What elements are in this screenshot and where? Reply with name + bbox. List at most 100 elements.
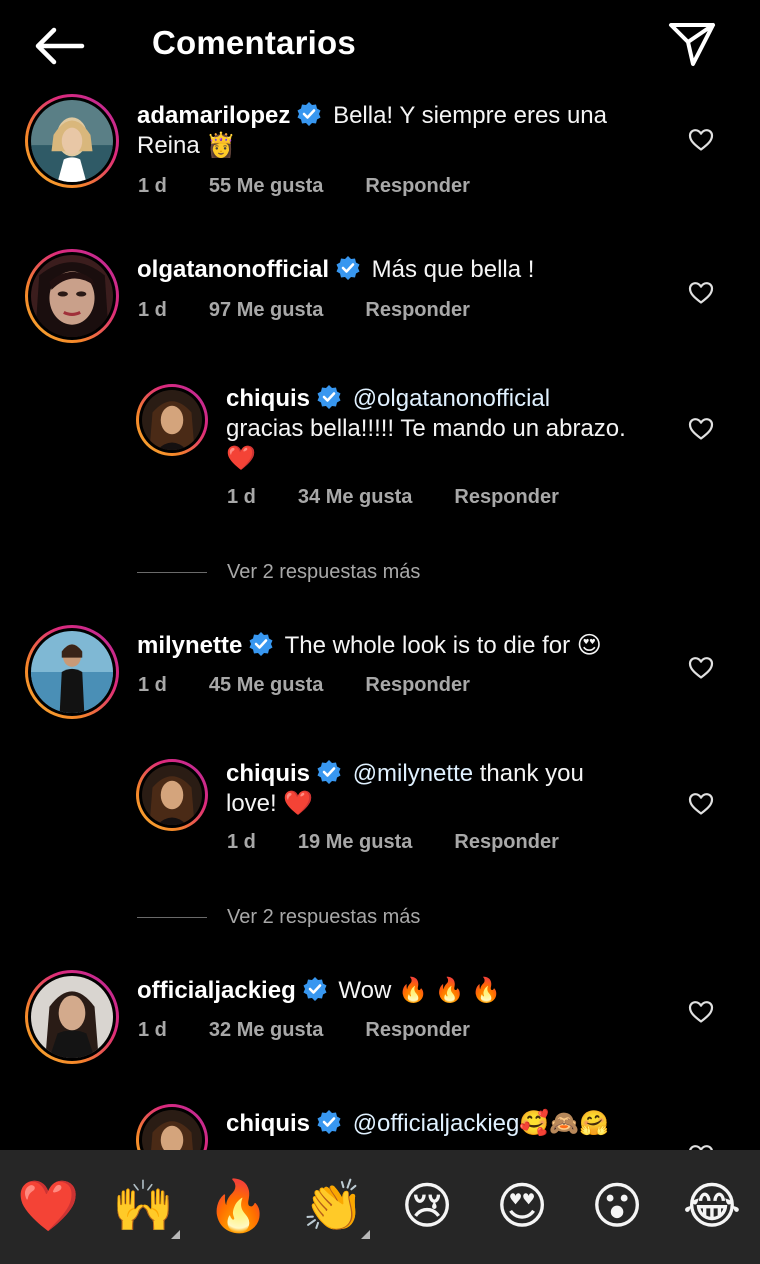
comment-text: Reina: [137, 132, 200, 159]
reply-button[interactable]: Responder: [454, 486, 558, 509]
timestamp: 1 d: [227, 831, 256, 853]
reaction-crying[interactable]: 😢: [397, 1176, 457, 1236]
comment-text: thank you: [479, 760, 584, 787]
heart-outline-icon: [688, 1001, 714, 1023]
reply-button[interactable]: Responder: [365, 299, 469, 322]
comments-feed[interactable]: adamarilopez Bella! Y siempre eres una Re…: [0, 92, 760, 1150]
verified-badge-icon: [316, 1109, 342, 1135]
reaction-clapping[interactable]: 👏: [302, 1176, 364, 1236]
comment-meta: 1 d 55 Me gusta Responder: [138, 175, 470, 198]
verified-badge-icon: [335, 255, 361, 281]
comment-text: Más que bella !: [371, 256, 535, 283]
view-more-replies[interactable]: Ver 2 respuestas más: [137, 906, 420, 929]
verified-badge-icon: [316, 759, 342, 785]
red-heart-emoji: ❤️: [226, 445, 256, 472]
like-count[interactable]: 32 Me gusta: [209, 1019, 323, 1042]
username[interactable]: officialjackieg: [137, 977, 296, 1004]
comment-body: chiquis @officialjackieg🥰🙈🤗: [226, 1109, 686, 1139]
heart-outline-icon: [688, 418, 714, 440]
heart-outline-icon: [688, 129, 714, 151]
reaction-surprised[interactable]: 😮: [587, 1176, 647, 1236]
avatar[interactable]: [136, 1104, 208, 1150]
smiling-hearts-monkey-hug-emoji: 🥰🙈🤗: [519, 1110, 610, 1137]
like-button[interactable]: [688, 417, 714, 441]
like-button[interactable]: [688, 281, 714, 305]
mention-link[interactable]: @milynette: [353, 760, 473, 787]
comment-body: officialjackieg Wow 🔥 🔥 🔥: [137, 976, 657, 1006]
divider: [137, 572, 207, 574]
comment-text: gracias bella!!!!! Te mando un abrazo.: [226, 415, 626, 442]
like-count[interactable]: 97 Me gusta: [209, 299, 323, 322]
heart-outline-icon: [688, 282, 714, 304]
reply-button[interactable]: Responder: [365, 674, 469, 697]
share-button[interactable]: [664, 18, 720, 70]
avatar[interactable]: [25, 94, 119, 188]
like-button[interactable]: [688, 128, 714, 152]
timestamp: 1 d: [138, 175, 167, 197]
comment-meta: 1 d 19 Me gusta Responder: [227, 831, 559, 854]
page-title: Comentarios: [152, 24, 356, 61]
mention-link[interactable]: @olgatanonofficial: [353, 385, 550, 412]
avatar[interactable]: [25, 970, 119, 1064]
username[interactable]: adamarilopez: [137, 102, 290, 129]
skin-tone-indicator-icon: [171, 1230, 180, 1239]
avatar[interactable]: [136, 384, 208, 456]
view-more-replies[interactable]: Ver 2 respuestas más: [137, 561, 420, 584]
reply-button[interactable]: Responder: [454, 831, 558, 854]
reply-button[interactable]: Responder: [365, 1019, 469, 1042]
username[interactable]: chiquis: [226, 385, 310, 412]
username[interactable]: milynette: [137, 632, 242, 659]
comment-body: chiquis @olgatanonofficial gracias bella!…: [226, 384, 666, 474]
verified-badge-icon: [302, 976, 328, 1002]
username[interactable]: chiquis: [226, 1110, 310, 1137]
avatar[interactable]: [25, 625, 119, 719]
avatar[interactable]: [136, 759, 208, 831]
arrow-left-icon: [35, 27, 85, 65]
reaction-heart[interactable]: ❤️: [17, 1176, 79, 1236]
like-count[interactable]: 55 Me gusta: [209, 175, 323, 198]
fire-emoji: 🔥 🔥 🔥: [397, 977, 501, 1004]
comment-body: milynette The whole look is to die for 😍: [137, 631, 657, 661]
timestamp: 1 d: [138, 299, 167, 321]
reaction-heart-eyes[interactable]: 😍: [492, 1176, 552, 1236]
timestamp: 1 d: [227, 486, 256, 508]
comment-body: chiquis @milynette thank you love! ❤️: [226, 759, 666, 819]
comment-meta: 1 d 32 Me gusta Responder: [138, 1019, 470, 1042]
mention-link[interactable]: @officialjackieg: [353, 1110, 520, 1137]
reaction-laughing[interactable]: 😂: [682, 1176, 742, 1236]
verified-badge-icon: [316, 384, 342, 410]
comment-meta: 1 d 45 Me gusta Responder: [138, 674, 470, 697]
comment-meta: 1 d 34 Me gusta Responder: [227, 486, 559, 509]
back-button[interactable]: [30, 22, 88, 70]
comment-text: love!: [226, 790, 277, 817]
reaction-fire[interactable]: 🔥: [207, 1176, 269, 1236]
comment-body: adamarilopez Bella! Y siempre eres una Re…: [137, 101, 657, 161]
skin-tone-indicator-icon: [361, 1230, 370, 1239]
comment-text: Wow: [338, 977, 392, 1004]
comment-body: olgatanonofficial Más que bella !: [137, 255, 657, 285]
timestamp: 1 d: [138, 1019, 167, 1041]
comment-text: Bella! Y siempre eres una: [333, 102, 607, 129]
verified-badge-icon: [296, 101, 322, 127]
paper-plane-icon: [669, 23, 715, 66]
top-app-bar: Comentarios: [0, 0, 760, 92]
username[interactable]: olgatanonofficial: [137, 256, 329, 283]
username[interactable]: chiquis: [226, 760, 310, 787]
avatar[interactable]: [25, 249, 119, 343]
verified-badge-icon: [248, 631, 274, 657]
heart-eyes-emoji: 😍: [576, 632, 602, 659]
reply-button[interactable]: Responder: [365, 175, 469, 198]
like-count[interactable]: 34 Me gusta: [298, 486, 412, 509]
comment-meta: 1 d 97 Me gusta Responder: [138, 299, 470, 322]
like-count[interactable]: 19 Me gusta: [298, 831, 412, 854]
reaction-raised-hands[interactable]: 🙌: [112, 1176, 174, 1236]
divider: [137, 917, 207, 919]
comment-text: The whole look is to die for: [284, 632, 571, 659]
like-button[interactable]: [688, 1000, 714, 1024]
red-heart-emoji: ❤️: [283, 790, 314, 817]
like-count[interactable]: 45 Me gusta: [209, 674, 323, 697]
quick-reaction-bar: ❤️ 🙌 🔥 👏 😢 😍 😮 😂: [0, 1150, 760, 1264]
like-button[interactable]: [688, 792, 714, 816]
like-button[interactable]: [688, 656, 714, 680]
princess-emoji: 👸: [206, 132, 237, 159]
